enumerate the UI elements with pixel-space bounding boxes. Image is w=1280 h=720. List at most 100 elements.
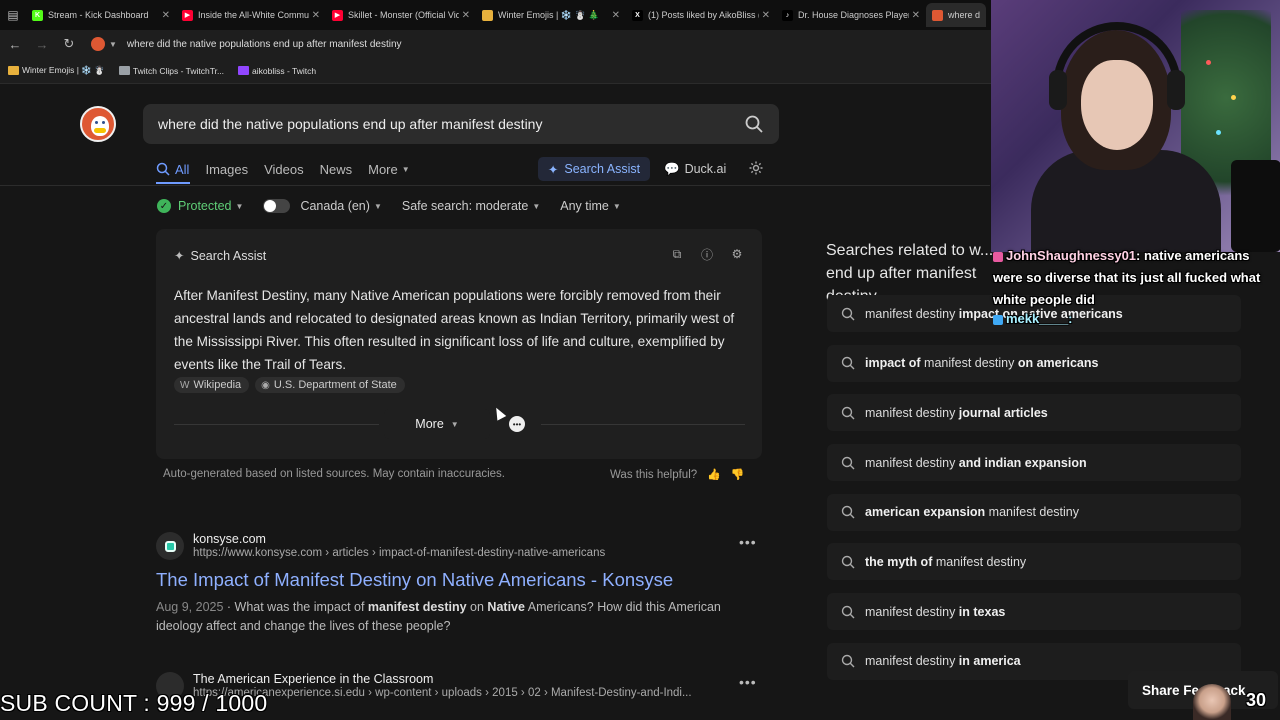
tab-title: where did t [948,10,980,20]
close-icon[interactable]: ✕ [912,10,920,21]
address-bar[interactable]: ▼ where did the native populations end u… [91,33,911,55]
stream-chat-message: mekk____: [993,311,1073,326]
related-searches-list: manifest destiny impact on native americ… [827,295,1241,693]
badge-icon [993,251,1003,262]
related-search-label: manifest destiny in america [865,654,1021,669]
chevron-down-icon: ▼ [373,201,382,211]
browser-tab[interactable]: ▶ Skillet - Monster (Official Video ✕ [326,3,476,27]
result-site-name[interactable]: The American Experience in the Classroom [193,672,433,686]
search-assist-button[interactable]: ✦ Search Assist [538,157,650,181]
search-input[interactable]: where did the native populations end up … [143,104,779,144]
more-options-icon[interactable]: ••• [739,674,757,690]
thumbs-down-icon[interactable]: 👎 [731,468,745,481]
safe-search-dropdown[interactable]: Safe search: moderate ▼ [402,199,540,213]
related-search-item[interactable]: american expansion manifest destiny [827,493,1241,531]
check-icon: ✓ [157,199,171,213]
more-options-icon[interactable]: ••• [739,534,757,550]
close-icon[interactable]: ✕ [462,10,470,21]
result-snippet: Aug 9, 2025 · What was the impact of man… [156,600,721,633]
assist-sources: W Wikipedia ◉ U.S. Department of State [174,377,411,393]
chat-bubble-icon: 💬 [664,161,680,176]
tab-news[interactable]: News [320,162,353,177]
assist-more-button[interactable]: More ▼ [384,409,490,439]
related-search-label: manifest destiny in texas [865,604,1006,619]
browser-tab[interactable]: X (1) Posts liked by AikoBliss (@A✕ [626,3,776,27]
forward-arrow-icon[interactable]: → [30,37,54,52]
bookmark-label: Twitch Clips - TwitchTr... [132,65,225,76]
search-icon[interactable] [744,114,764,134]
reload-icon[interactable]: ↻ [57,36,81,52]
result-url[interactable]: https://americanexperience.si.edu › wp-c… [193,687,692,699]
close-icon[interactable]: ✕ [162,10,170,21]
streamer-webcam [991,0,1280,252]
protected-dropdown[interactable]: ✓ Protected ▼ [157,199,243,213]
badge-icon [993,314,1003,325]
tab-favicon-icon [482,9,493,21]
browser-tab[interactable]: Winter Emojis | ❄️ ☃️ 🎄 ✕ [476,3,626,27]
tab-title: Inside the All-White Communi [198,10,309,20]
feedback-prompt: Was this helpful? 👍 👎 [610,468,745,482]
related-search-item[interactable]: manifest destiny and indian expansion [827,444,1241,482]
thumbs-up-icon[interactable]: 👍 [707,468,721,481]
tabs-divider [0,185,990,186]
search-icon [841,356,855,370]
tab-favicon-icon [932,9,943,21]
chevron-down-icon: ▼ [450,419,459,429]
bookmark-label: aikobliss - Twitch [252,65,317,76]
chevron-down-icon: ▼ [612,201,621,211]
related-search-item[interactable]: the myth of manifest destiny [827,543,1241,581]
tab-all[interactable]: All [156,162,189,177]
tab-images[interactable]: Images [205,162,248,177]
chevron-down-icon[interactable]: ▼ [109,40,117,49]
tab-menu-icon[interactable]: ▤ [0,0,26,30]
time-dropdown[interactable]: Any time ▼ [560,199,621,213]
tab-videos[interactable]: Videos [264,162,304,177]
duckduckgo-favicon-icon [91,37,105,51]
bookmark-icon [8,66,19,75]
wikipedia-icon: W [180,379,190,391]
duck-ai-button[interactable]: 💬 Duck.ai [664,158,726,180]
browser-tab[interactable]: where did t [926,3,986,27]
gear-icon[interactable]: ⚙ [728,245,746,263]
result-site-name[interactable]: konsyse.com [193,532,266,546]
source-state-department[interactable]: ◉ U.S. Department of State [255,377,405,393]
region-switch[interactable] [263,199,291,213]
tab-title: Dr. House Diagnoses Players' Sk [798,10,909,20]
tab-title: Stream - Kick Dashboard [48,10,149,20]
browser-tab[interactable]: ♪ Dr. House Diagnoses Players' Sk✕ [776,3,926,27]
region-toggle[interactable]: Canada (en) ▼ [263,199,382,213]
bookmark-icon [118,66,130,75]
browser-tab[interactable]: ▶ Inside the All-White Communi ✕ [176,3,326,27]
stream-chat-message: JohnShaughnessy01: native americans were… [993,248,1261,307]
bookmark-item[interactable]: Twitch Clips - TwitchTr... [118,65,225,76]
tab-more[interactable]: More ▼ [368,162,410,177]
search-assist-heading: ✦ Search Assist [174,248,267,264]
related-search-item[interactable]: manifest destiny in texas [827,593,1241,631]
search-query-text: where did the native populations end up … [158,116,543,132]
source-wikipedia[interactable]: W Wikipedia [174,377,250,393]
divider [174,424,379,425]
search-icon [841,655,855,668]
bookmark-item[interactable]: aikobliss - Twitch [238,66,316,76]
close-icon[interactable]: ✕ [612,10,620,21]
info-icon[interactable]: ⓘ [698,245,716,263]
related-search-item[interactable]: impact of manifest destiny on americans [827,344,1241,382]
gear-icon[interactable] [748,160,764,176]
copy-icon[interactable]: ⧉ [668,245,686,263]
back-arrow-icon[interactable]: ← [3,37,27,52]
chevron-down-icon: ▼ [532,201,541,211]
result-url[interactable]: https://www.konsyse.com › articles › imp… [193,547,605,559]
search-icon [841,307,855,320]
close-icon[interactable]: ✕ [312,10,320,21]
tab-title: Winter Emojis | ❄️ ☃️ 🎄 [498,9,600,20]
active-tab-underline [156,182,190,184]
close-icon[interactable]: ✕ [762,10,770,21]
divider [541,424,745,425]
chat-bubble-icon[interactable]: ••• [509,416,525,432]
duckduckgo-logo[interactable] [80,106,116,142]
related-search-item[interactable]: manifest destiny journal articles [827,394,1241,432]
result-title-link[interactable]: The Impact of Manifest Destiny on Native… [156,569,673,591]
bookmark-item[interactable]: Winter Emojis | ❄️ ☃️ [8,65,105,76]
search-filters: ✓ Protected ▼ Canada (en) ▼ Safe search:… [157,196,641,216]
browser-tab[interactable]: K Stream - Kick Dashboard ✕ [26,3,176,27]
